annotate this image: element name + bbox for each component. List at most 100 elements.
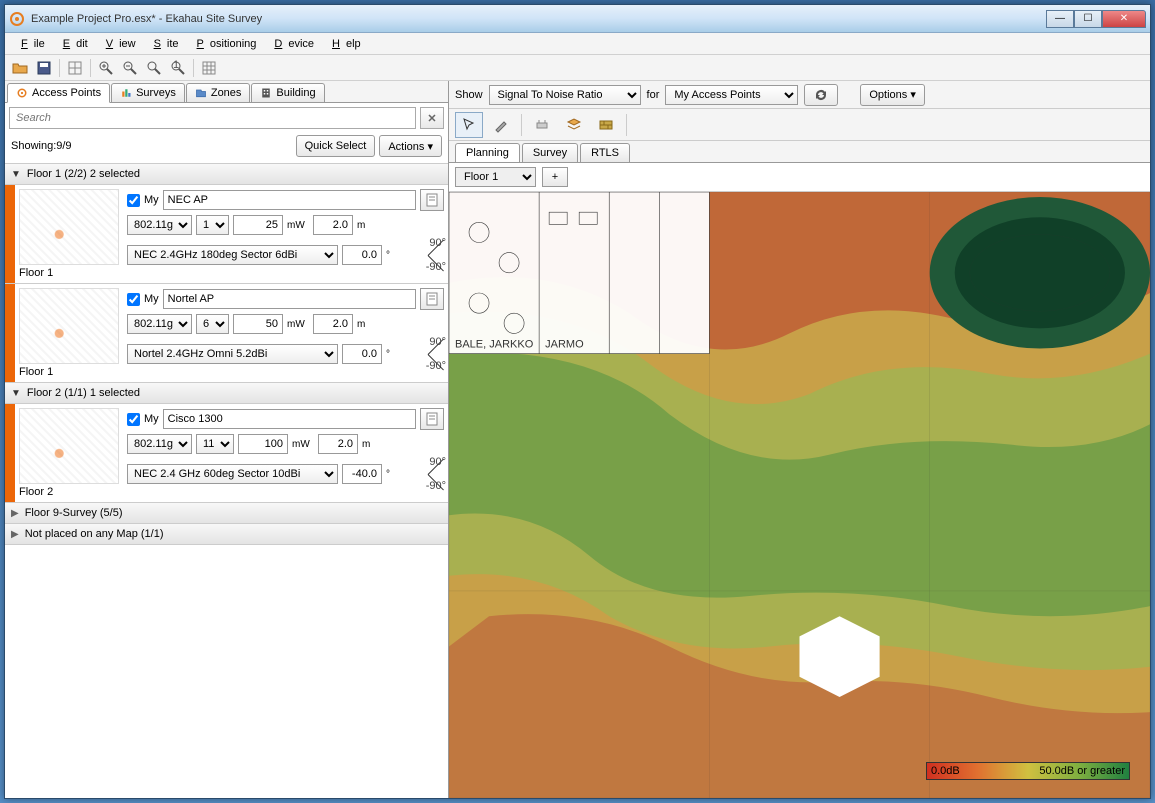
- separator: [521, 114, 522, 136]
- mode-tab-planning[interactable]: Planning: [455, 143, 520, 163]
- antenna-icon[interactable]: 90°-90°: [412, 338, 444, 370]
- azimuth-input[interactable]: [342, 245, 382, 265]
- zoom-out-icon[interactable]: [119, 57, 141, 79]
- zoom-fit-icon[interactable]: [143, 57, 165, 79]
- standard-select[interactable]: 802.11g: [127, 434, 192, 454]
- layers-tool-icon[interactable]: [560, 112, 588, 138]
- channel-select[interactable]: 6: [196, 314, 229, 334]
- mode-tab-survey[interactable]: Survey: [522, 143, 578, 162]
- menu-site[interactable]: Site: [142, 36, 185, 52]
- tab-building[interactable]: Building: [251, 83, 324, 102]
- power-input[interactable]: [233, 314, 283, 334]
- height-input[interactable]: [313, 314, 353, 334]
- power-input[interactable]: [238, 434, 288, 454]
- add-floor-button[interactable]: +: [542, 167, 568, 187]
- titlebar[interactable]: Example Project Pro.esx* - Ekahau Site S…: [5, 5, 1150, 33]
- zoom-100-icon[interactable]: 1: [167, 57, 189, 79]
- tab-zones[interactable]: Zones: [186, 83, 251, 102]
- ap-name-input[interactable]: [163, 190, 416, 210]
- ap-name-input[interactable]: [163, 409, 416, 429]
- pointer-tool-icon[interactable]: [455, 112, 483, 138]
- draw-tool-icon[interactable]: [487, 112, 515, 138]
- antenna-icon[interactable]: 90°-90°: [412, 239, 444, 271]
- quick-select-button[interactable]: Quick Select: [296, 135, 376, 157]
- show-label: Show: [455, 89, 483, 101]
- metric-select[interactable]: Signal To Noise Ratio: [489, 85, 641, 105]
- legend-max: 50.0dB or greater: [1039, 765, 1125, 777]
- menu-device[interactable]: Device: [262, 36, 320, 52]
- height-input[interactable]: [318, 434, 358, 454]
- zoom-in-icon[interactable]: [95, 57, 117, 79]
- scope-select[interactable]: My Access Points: [665, 85, 798, 105]
- height-input[interactable]: [313, 215, 353, 235]
- tab-access-points[interactable]: Access Points: [7, 83, 110, 103]
- menu-edit[interactable]: Edit: [51, 36, 94, 52]
- ap-name-input[interactable]: [163, 289, 416, 309]
- azimuth-input[interactable]: [342, 464, 382, 484]
- azimuth-input[interactable]: [342, 344, 382, 364]
- room-label: BALE, JARKKO: [455, 339, 534, 351]
- notes-button[interactable]: [420, 189, 444, 211]
- antenna-icon[interactable]: 90°-90°: [412, 458, 444, 490]
- refresh-button[interactable]: [804, 84, 838, 106]
- ap-list[interactable]: Floor 1 (2/2) 2 selectedFloor 1My802.11g…: [5, 163, 448, 798]
- my-checkbox[interactable]: [127, 194, 140, 207]
- my-checkbox[interactable]: [127, 293, 140, 306]
- ap-thumbnail[interactable]: Floor 1: [15, 284, 123, 382]
- grid-icon[interactable]: [64, 57, 86, 79]
- group-header[interactable]: Floor 1 (2/2) 2 selected: [5, 164, 448, 185]
- group-header[interactable]: Not placed on any Map (1/1): [5, 524, 448, 545]
- my-label: My: [144, 194, 159, 206]
- selection-marker: [5, 185, 15, 283]
- group-header[interactable]: Floor 2 (1/1) 1 selected: [5, 383, 448, 404]
- map-area[interactable]: BALE, JARKKO JARMO 0.0dB 50.0dB or great: [449, 191, 1150, 798]
- table-icon[interactable]: [198, 57, 220, 79]
- standard-select[interactable]: 802.11g: [127, 314, 192, 334]
- save-icon[interactable]: [33, 57, 55, 79]
- power-input[interactable]: [233, 215, 283, 235]
- menu-positioning[interactable]: Positioning: [185, 36, 263, 52]
- left-tabstrip: Access PointsSurveysZonesBuilding: [5, 81, 448, 103]
- app-icon: [9, 11, 25, 27]
- wall-tool-icon[interactable]: [592, 112, 620, 138]
- right-pane: Show Signal To Noise Ratio for My Access…: [449, 81, 1150, 798]
- ap-tool-icon[interactable]: [528, 112, 556, 138]
- height-unit: m: [362, 439, 384, 450]
- clear-search-button[interactable]: ✕: [420, 107, 444, 129]
- search-input[interactable]: [9, 107, 416, 129]
- channel-select[interactable]: 11: [196, 434, 234, 454]
- my-label: My: [144, 413, 159, 425]
- mode-tab-rtls[interactable]: RTLS: [580, 143, 630, 162]
- menu-view[interactable]: View: [94, 36, 142, 52]
- open-icon[interactable]: [9, 57, 31, 79]
- notes-button[interactable]: [420, 288, 444, 310]
- deg-unit: °: [386, 469, 408, 480]
- minimize-button[interactable]: —: [1046, 10, 1074, 28]
- notes-button[interactable]: [420, 408, 444, 430]
- deg-unit: °: [386, 349, 408, 360]
- my-checkbox[interactable]: [127, 413, 140, 426]
- ap-thumbnail[interactable]: Floor 1: [15, 185, 123, 283]
- my-label: My: [144, 293, 159, 305]
- floor-select[interactable]: Floor 1: [455, 167, 536, 187]
- tab-surveys[interactable]: Surveys: [111, 83, 185, 102]
- for-label: for: [647, 89, 660, 101]
- actions-button[interactable]: Actions ▾: [379, 135, 442, 157]
- visualization-controls: Show Signal To Noise Ratio for My Access…: [449, 81, 1150, 109]
- height-unit: m: [357, 220, 379, 231]
- standard-select[interactable]: 802.11g: [127, 215, 192, 235]
- options-button[interactable]: Options ▾: [860, 84, 925, 106]
- antenna-select[interactable]: NEC 2.4 GHz 60deg Sector 10dBi: [127, 464, 338, 484]
- antenna-select[interactable]: NEC 2.4GHz 180deg Sector 6dBi: [127, 245, 338, 265]
- maximize-button[interactable]: ☐: [1074, 10, 1102, 28]
- ap-thumbnail[interactable]: Floor 2: [15, 404, 123, 502]
- map-toolbar: [449, 109, 1150, 141]
- channel-select[interactable]: 1: [196, 215, 229, 235]
- main-toolbar: 1: [5, 55, 1150, 81]
- heatmap: BALE, JARKKO JARMO: [449, 192, 1150, 798]
- menu-help[interactable]: Help: [320, 36, 367, 52]
- group-header[interactable]: Floor 9-Survey (5/5): [5, 503, 448, 524]
- antenna-select[interactable]: Nortel 2.4GHz Omni 5.2dBi: [127, 344, 338, 364]
- menu-file[interactable]: File: [9, 36, 51, 52]
- close-button[interactable]: ✕: [1102, 10, 1146, 28]
